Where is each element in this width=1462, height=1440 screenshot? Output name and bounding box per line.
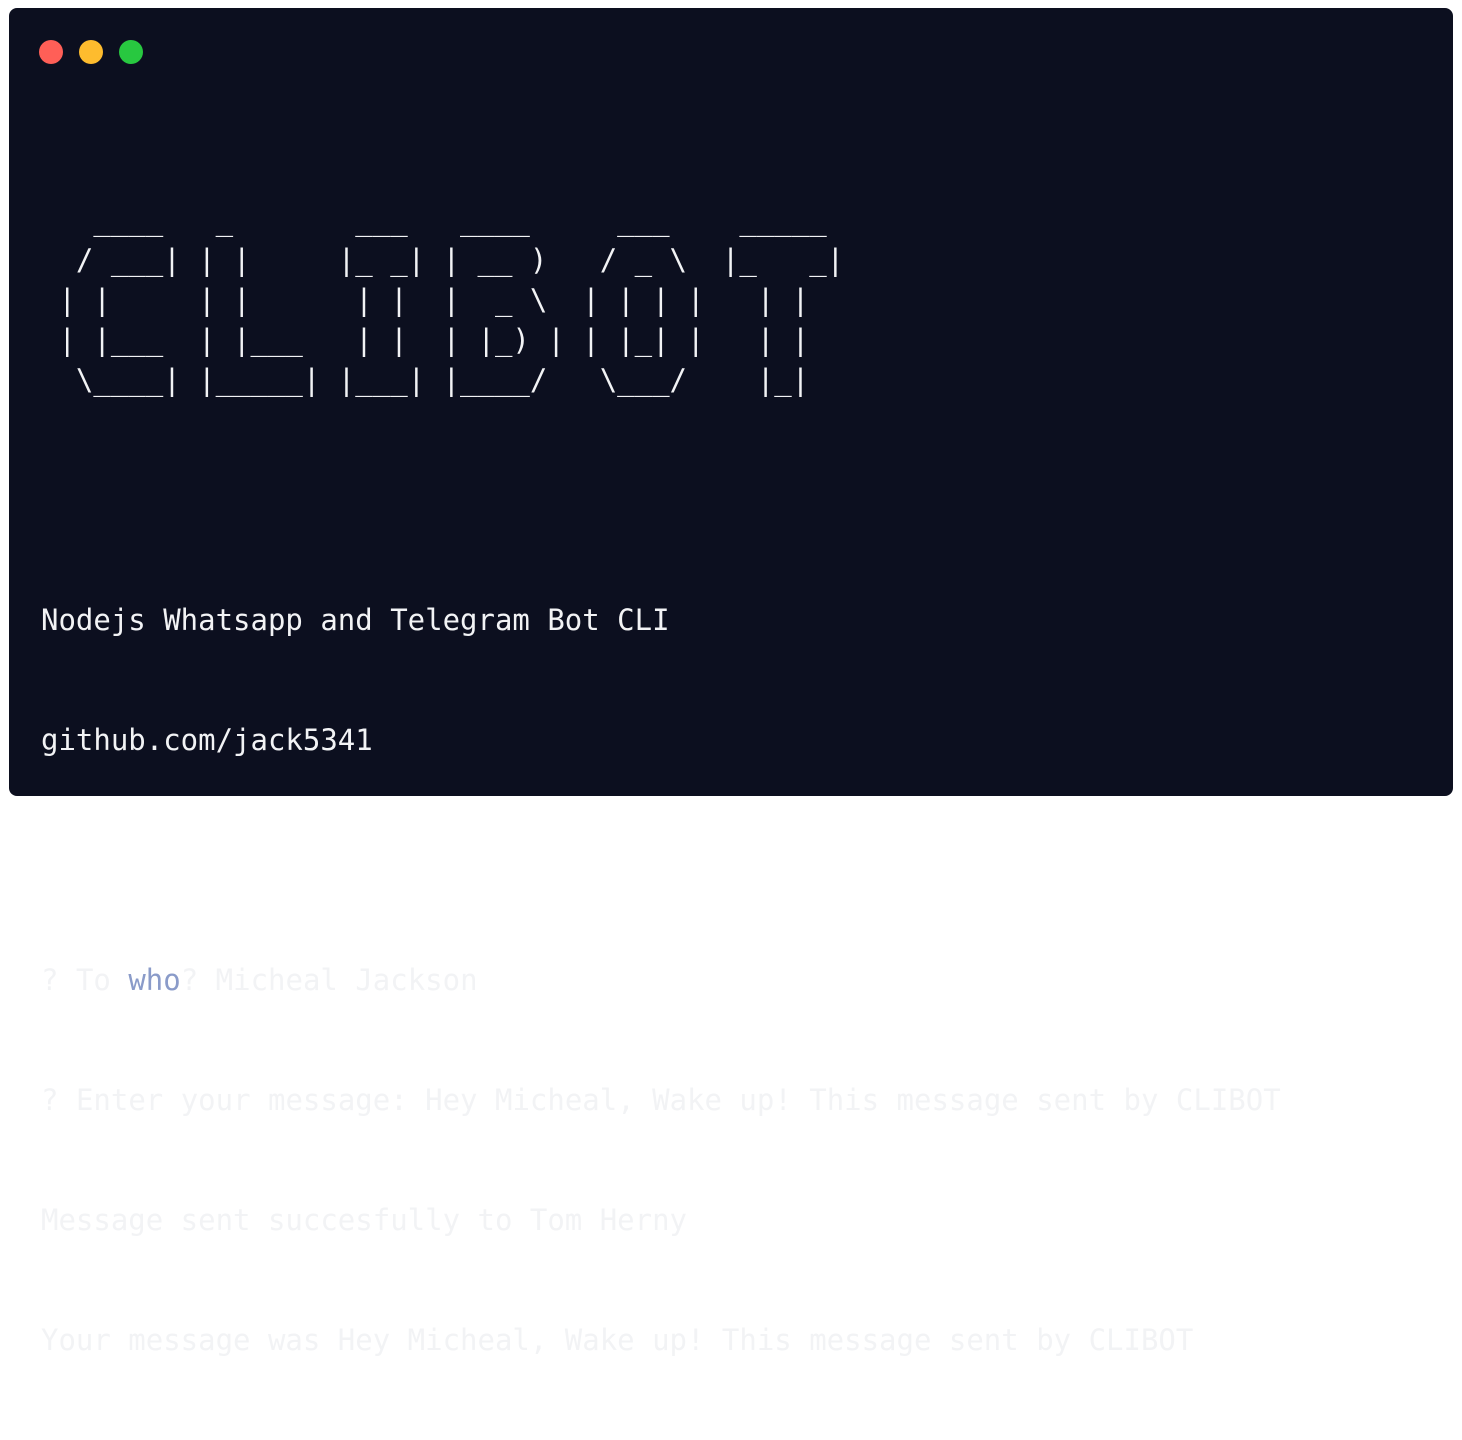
terminal-output[interactable]: ____ _ ___ ____ ___ _____ / ___| | | |_ … bbox=[41, 120, 1433, 1440]
prompt-recipient: ? To who? Micheal Jackson bbox=[41, 960, 1433, 1000]
prompt-mark: ? bbox=[41, 1083, 59, 1117]
banner-github: github.com/jack5341 bbox=[41, 723, 373, 757]
banner-description: Nodejs Whatsapp and Telegram Bot CLI bbox=[41, 603, 670, 637]
prompt-mark: ? bbox=[41, 963, 59, 997]
message-echo: Your message was Hey Micheal, Wake up! T… bbox=[41, 1323, 1194, 1357]
prompt-question: Enter your message: bbox=[75, 1083, 408, 1117]
maximize-icon[interactable] bbox=[119, 40, 143, 64]
minimize-icon[interactable] bbox=[79, 40, 103, 64]
prompt-suffix: ? bbox=[180, 963, 199, 997]
terminal-window: ____ _ ___ ____ ___ _____ / ___| | | |_ … bbox=[9, 8, 1453, 1357]
prompt-message: ? Enter your message: Hey Micheal, Wake … bbox=[41, 1080, 1433, 1120]
prompt-highlight: who bbox=[128, 963, 181, 997]
sent-status: Message sent succesfully to Tom Herny bbox=[41, 1203, 688, 1237]
message-answer: Hey Micheal, Wake up! This message sent … bbox=[425, 1083, 1281, 1117]
ascii-logo: ____ _ ___ ____ ___ _____ / ___| | | |_ … bbox=[58, 203, 845, 397]
close-icon[interactable] bbox=[39, 40, 63, 64]
window-controls bbox=[39, 40, 143, 64]
prompt-prefix: To bbox=[75, 963, 111, 997]
recipient-answer: Micheal Jackson bbox=[215, 963, 478, 997]
